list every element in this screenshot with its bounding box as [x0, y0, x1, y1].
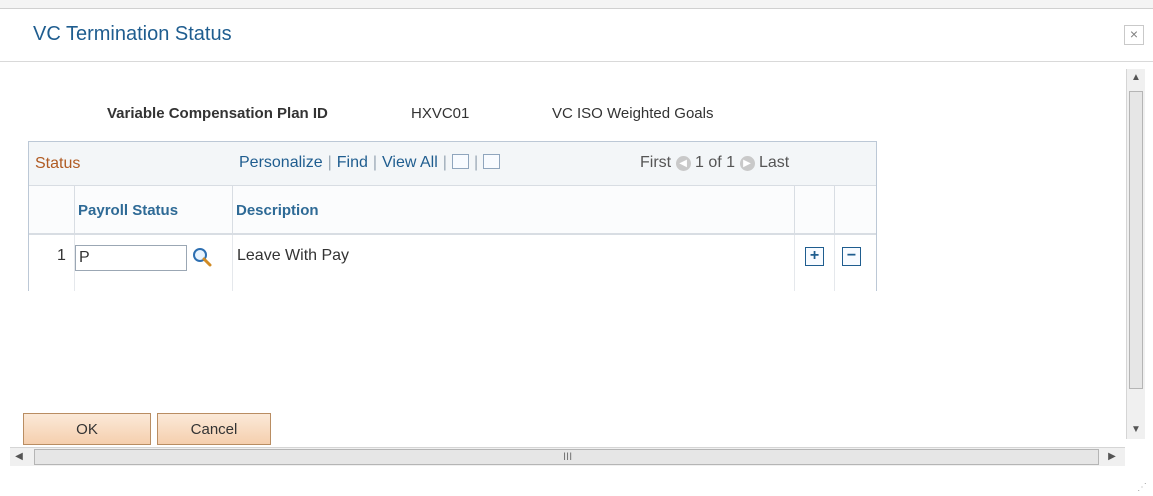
- table-row: 1 P Leave With Pay + −: [29, 234, 876, 291]
- column-rownum: [29, 186, 75, 234]
- plan-id-value: HXVC01: [411, 105, 470, 122]
- ok-label: OK: [76, 421, 98, 438]
- scroll-down-icon[interactable]: ▼: [1129, 421, 1143, 439]
- separator: |: [327, 154, 332, 171]
- grid-toolbar: Personalize | Find | View All | |: [239, 154, 501, 172]
- column-delete: [835, 186, 876, 234]
- background-page-text: [8, 0, 428, 4]
- scroll-up-icon[interactable]: ▲: [1129, 69, 1143, 87]
- column-description[interactable]: Description: [233, 186, 795, 234]
- view-all-link[interactable]: View All: [382, 154, 438, 172]
- payroll-status-cell: P: [75, 235, 233, 291]
- vertical-scroll-thumb[interactable]: [1129, 91, 1143, 389]
- plan-id-label: Variable Compensation Plan ID: [107, 105, 328, 122]
- search-icon[interactable]: [191, 246, 214, 269]
- description-header: Description: [236, 202, 319, 219]
- window-top-edge: [0, 0, 1153, 8]
- pager-range: 1 of 1: [695, 154, 736, 171]
- grid-pager: First ◀ 1 of 1 ▶ Last: [640, 154, 789, 172]
- scroll-left-icon[interactable]: ◀: [10, 448, 28, 466]
- horizontal-scrollbar[interactable]: ◀ III ▶: [10, 447, 1125, 466]
- minus-icon[interactable]: −: [842, 247, 861, 266]
- scroll-right-icon[interactable]: ▶: [1103, 448, 1121, 466]
- ok-button[interactable]: OK: [23, 413, 151, 445]
- delete-row-cell: −: [835, 235, 876, 291]
- personalize-link[interactable]: Personalize: [239, 154, 323, 172]
- separator: |: [442, 154, 447, 171]
- dialog-titlebar[interactable]: VC Termination Status ×: [0, 9, 1153, 62]
- column-payroll-status[interactable]: Payroll Status: [75, 186, 233, 234]
- download-icon[interactable]: [483, 154, 501, 169]
- dialog-title: VC Termination Status: [33, 23, 232, 45]
- scroll-grip-label: III: [563, 451, 573, 463]
- close-icon[interactable]: ×: [1124, 25, 1144, 45]
- pager-last[interactable]: Last: [759, 154, 789, 171]
- plus-icon[interactable]: +: [805, 247, 824, 266]
- payroll-status-header: Payroll Status: [78, 202, 179, 219]
- separator: |: [473, 154, 479, 171]
- cancel-button[interactable]: Cancel: [157, 413, 271, 445]
- find-link[interactable]: Find: [337, 154, 368, 172]
- chevron-right-icon[interactable]: ▶: [739, 156, 755, 171]
- column-add: [795, 186, 835, 234]
- grid-title: Status: [35, 155, 81, 172]
- pager-first[interactable]: First: [640, 154, 671, 171]
- row-number-cell: 1: [29, 235, 75, 291]
- modal-dialog: VC Termination Status × Variable Compens…: [0, 8, 1153, 496]
- row-description: Leave With Pay: [237, 247, 350, 264]
- add-row-cell: +: [795, 235, 835, 291]
- zoom-icon[interactable]: [451, 154, 469, 169]
- grid-header: Status Personalize | Find | View All | | First…: [29, 142, 876, 186]
- row-number: 1: [57, 247, 66, 264]
- description-cell: Leave With Pay: [233, 235, 795, 291]
- plan-description: VC ISO Weighted Goals: [552, 105, 714, 122]
- separator: |: [372, 154, 378, 171]
- chevron-left-icon[interactable]: ◀: [675, 156, 691, 171]
- payroll-status-input[interactable]: P: [75, 245, 187, 271]
- resize-grip-icon[interactable]: ⋰: [1137, 482, 1147, 493]
- cancel-label: Cancel: [190, 421, 238, 438]
- vertical-scrollbar[interactable]: ▲ ▼: [1126, 69, 1145, 439]
- status-grid: Status Personalize | Find | View All | | First…: [28, 141, 877, 291]
- horizontal-scroll-thumb[interactable]: III: [34, 449, 1099, 465]
